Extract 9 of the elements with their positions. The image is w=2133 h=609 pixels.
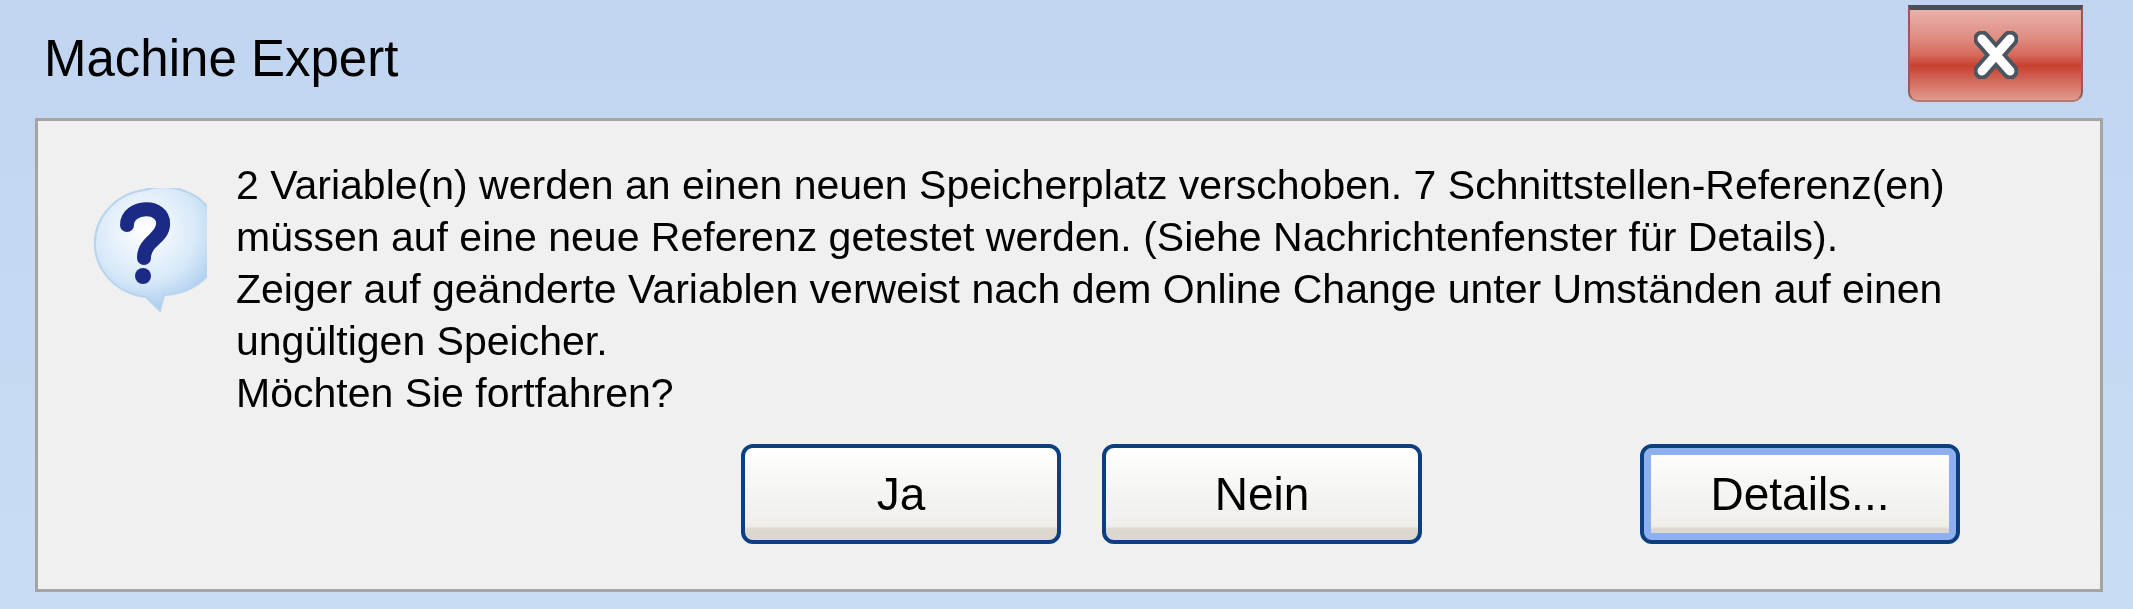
- dialog-button[interactable]: Details...: [1640, 444, 1960, 544]
- message-text: Zeiger auf geänderte Variablen verweist nach dem Online Change unter Umständen auf einen ungültigen Speicher.: [236, 265, 1944, 366]
- close-button[interactable]: [1908, 5, 2083, 102]
- window-title: Machine Expert: [44, 29, 399, 89]
- message-text: Möchten Sie fortfahren?: [236, 369, 675, 418]
- dialog-button[interactable]: Ja: [741, 444, 1061, 544]
- message-text: 2 Variable(n) werden an einen neuen Speicherplatz verschoben. 7 Schnittstellen-Referenz(en) müssen auf eine neue Referenz getestet werden. (Siehe Nachrichtenfenster für Details).: [236, 161, 1946, 262]
- dialog-button[interactable]: Nein: [1102, 444, 1422, 544]
- close-icon: [1973, 31, 2018, 79]
